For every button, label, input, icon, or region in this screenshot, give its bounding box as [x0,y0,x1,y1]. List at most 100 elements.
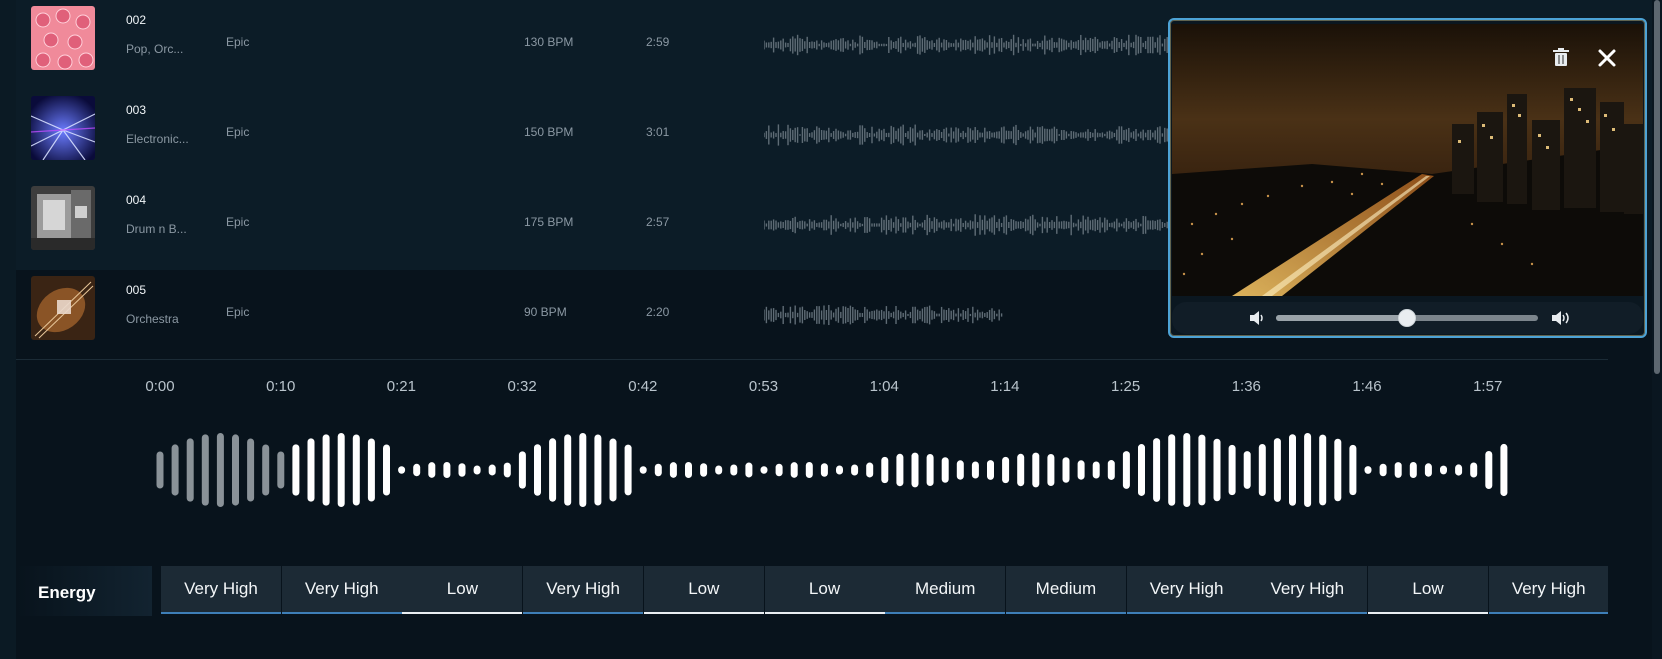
track-duration: 2:59 [646,35,670,49]
waveform-bar [322,434,330,506]
energy-chip[interactable]: Very High [1488,566,1608,614]
waveform-bar [488,464,496,476]
waveform-bar [866,462,874,478]
waveform-bar [851,464,859,476]
track-waveform[interactable] [764,17,1184,73]
track-number: 003 [126,103,147,117]
video-player-popup[interactable] [1168,18,1647,338]
waveform-bar [745,462,753,478]
track-duration: 3:01 [646,125,670,139]
waveform-bar [1379,463,1387,477]
track-waveform[interactable] [764,197,1184,253]
track-genre: Electronic... [126,132,189,146]
waveform-bar [700,463,708,477]
track-mood: Epic [226,215,250,229]
waveform-bar [277,451,285,489]
energy-chip[interactable]: Low [643,566,764,614]
time-tick: 1:46 [1352,378,1382,395]
track-bpm: 175 BPM [524,215,574,229]
waveform-bar [1228,444,1236,496]
video-controls [1172,302,1643,334]
waveform-bar [730,464,738,476]
track-waveform[interactable] [764,107,1184,163]
energy-chip[interactable]: Low [402,566,523,614]
energy-chip[interactable]: Low [764,566,885,614]
energy-chip[interactable]: Very High [523,566,644,614]
waveform-bar [805,461,813,479]
track-mood: Epic [226,305,250,319]
waveform-bar [624,444,632,496]
waveform-bar [1273,438,1281,502]
waveform-bar [654,463,662,477]
waveform-bar [987,460,994,480]
scrollbar-thumb[interactable] [1654,0,1660,374]
waveform-bar [534,444,541,496]
volume-slider-fill [1276,315,1407,321]
time-tick: 0:10 [266,378,296,395]
track-bpm: 90 BPM [524,305,567,319]
track-mood: Epic [226,35,250,49]
waveform-bar [609,438,617,502]
energy-chip[interactable]: Very High [281,566,402,614]
timeline-panel: 0:00 0:10 0:21 0:32 0:42 0:53 1:04 1:14 1:25 1:36… [16,360,1608,659]
waveform-bar [1198,434,1206,506]
volume-low-icon[interactable] [1248,310,1266,326]
waveform-bar [1092,461,1100,479]
waveform-bar [1138,444,1145,496]
energy-chip[interactable]: Very High [1247,566,1368,614]
time-tick: 1:25 [1110,378,1141,395]
track-number: 005 [126,283,147,297]
close-icon[interactable] [1595,46,1619,70]
track-genre: Orchestra [126,312,179,326]
waveform-bar [820,463,828,477]
waveform-bar [790,462,798,478]
album-art [31,276,95,340]
waveform-bar [156,451,164,489]
waveform-bar [1002,456,1010,484]
waveform-bar [1122,451,1130,489]
waveform-bar [262,444,270,496]
waveform-bar [956,460,964,480]
waveform-bar [307,438,315,502]
energy-row-label: Energy [16,566,152,616]
waveform-bar [247,438,255,502]
trash-icon[interactable] [1549,46,1573,70]
energy-chip[interactable]: Very High [1126,566,1247,614]
waveform-bar [1032,452,1040,488]
waveform-bar [715,465,723,475]
waveform-bar [579,433,587,507]
track-bpm: 130 BPM [524,35,574,49]
waveform-bar [1213,438,1221,502]
album-art [31,186,95,250]
waveform-bar [367,438,375,502]
album-art [31,96,95,160]
volume-slider-knob[interactable] [1398,309,1416,327]
energy-chip[interactable]: Medium [1005,566,1126,614]
waveform-bar [639,466,647,474]
waveform-bar [1334,438,1342,502]
volume-high-icon[interactable] [1551,310,1573,326]
track-bpm: 150 BPM [524,125,574,139]
energy-waveform[interactable] [16,420,1608,520]
waveform-bar [1409,461,1417,479]
waveform-bar [1183,433,1191,507]
waveform-bar [458,463,466,477]
album-art [31,6,95,70]
volume-slider[interactable] [1276,309,1538,327]
track-number: 004 [126,193,147,207]
waveform-bar [685,461,692,479]
waveform-bar [1017,453,1025,487]
waveform-bar [292,444,300,496]
waveform-bar [216,433,224,507]
energy-chip[interactable]: Medium [885,566,1006,614]
waveform-bar [1394,462,1402,478]
waveform-bar [1077,460,1085,480]
waveform-bar [232,434,239,506]
track-waveform[interactable] [764,287,1004,343]
waveform-bar [1304,433,1312,507]
energy-chip[interactable]: Very High [161,566,281,614]
vertical-scrollbar[interactable] [1652,0,1662,659]
energy-chip[interactable]: Low [1368,566,1488,614]
waveform-bar [1289,434,1296,506]
waveform-bar [775,463,783,477]
